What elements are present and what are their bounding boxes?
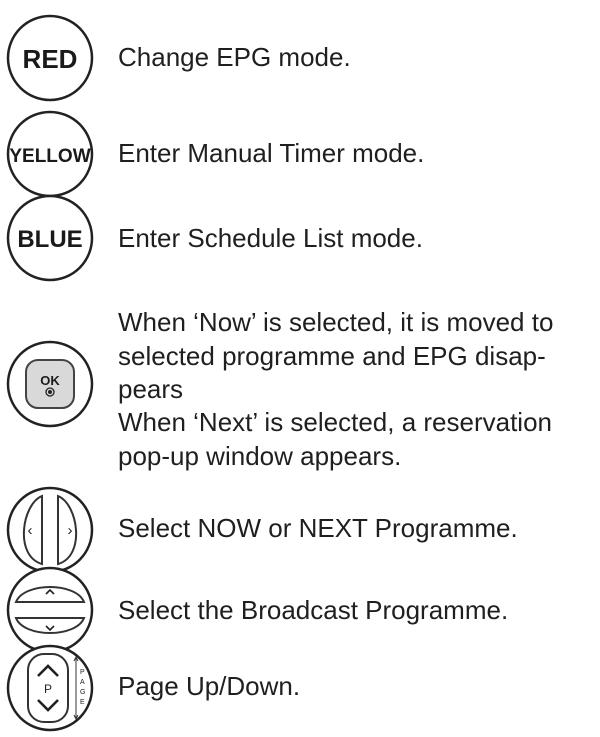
svg-text:G: G (80, 689, 85, 696)
red-description: Change EPG mode. (118, 42, 351, 72)
ok-description-line2: selected programme and EPG disap- (118, 341, 546, 371)
blue-description: Enter Schedule List mode. (118, 223, 423, 253)
left-right-description: Select NOW or NEXT Programme. (118, 513, 518, 543)
chevron-left-icon: ‹ (28, 522, 33, 539)
blue-button[interactable]: BLUE (2, 190, 98, 286)
yellow-button[interactable]: YELLOW (2, 106, 98, 202)
page-button-label: P (44, 682, 52, 696)
ok-description-line4: When ‘Next’ is selected, a reservation (118, 407, 553, 437)
page-description: Page Up/Down. (118, 671, 301, 701)
svg-text:P: P (80, 669, 85, 676)
yellow-button-label: YELLOW (9, 146, 90, 167)
red-button[interactable]: RED (2, 10, 98, 106)
ok-button[interactable]: OK (2, 336, 98, 432)
blue-button-label: BLUE (17, 226, 82, 253)
ok-description-line3: pears (118, 374, 184, 404)
svg-text:A: A (80, 679, 85, 686)
ok-description-line1: When ‘Now’ is selected, it is moved to (118, 307, 554, 337)
ok-button-label: OK (40, 373, 60, 388)
red-button-label: RED (23, 44, 78, 74)
ok-description-line5: pop-up window appears. (118, 441, 402, 471)
svg-text:E: E (80, 699, 85, 706)
page-button[interactable]: P P A G E (2, 640, 98, 736)
up-down-description: Select the Broadcast Programme. (118, 595, 509, 625)
chevron-right-icon: › (68, 522, 73, 539)
yellow-description: Enter Manual Timer mode. (118, 138, 425, 168)
